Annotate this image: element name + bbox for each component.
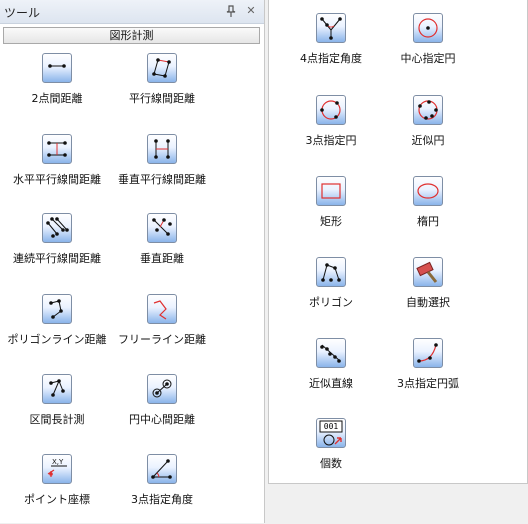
- tool-circle-center-distance[interactable]: 円中心間距離: [97, 374, 227, 444]
- point-coordinate-icon: X,Y: [42, 454, 72, 484]
- close-icon[interactable]: ✕: [244, 4, 258, 18]
- two-point-distance-icon: [42, 53, 72, 83]
- rectangle-icon: [316, 176, 346, 206]
- polygon-icon: [316, 257, 346, 287]
- continuous-parallel-distance-icon: [42, 213, 72, 243]
- three-point-circle-icon: [316, 95, 346, 125]
- circle-center-distance-icon: [147, 374, 177, 404]
- segment-length-icon: [42, 374, 72, 404]
- auto-select-icon: [413, 257, 443, 287]
- tool-parallel-lines-distance[interactable]: 平行線間距離: [97, 53, 227, 123]
- polygon-line-distance-icon: [42, 294, 72, 324]
- four-point-angle-icon: [316, 13, 346, 43]
- three-point-arc-icon: [413, 338, 443, 368]
- tool-label: 近似円: [411, 134, 445, 147]
- panel-title: ツール: [4, 6, 41, 20]
- count-icon: 001: [316, 418, 346, 448]
- tool-approx-circle[interactable]: 近似円: [363, 95, 493, 165]
- tool-three-point-angle[interactable]: 3点指定角度: [97, 454, 227, 524]
- tool-label: 自動選択: [406, 296, 450, 309]
- parallel-lines-distance-icon: [147, 53, 177, 83]
- tool-count[interactable]: 001 個数: [266, 418, 396, 488]
- horizontal-parallel-distance-icon: [42, 134, 72, 164]
- tool-free-line-distance[interactable]: フリーライン距離: [97, 294, 227, 364]
- tool-center-circle[interactable]: 中心指定円: [363, 13, 493, 83]
- tool-ellipse[interactable]: 楕円: [363, 176, 493, 246]
- tool-vertical-parallel-distance[interactable]: 垂直平行線間距離: [97, 134, 227, 204]
- tool-label: 中心指定円: [400, 52, 456, 65]
- tool-label: 平行線間距離: [129, 92, 195, 105]
- tool-label: 3点指定円弧: [397, 377, 459, 390]
- tool-label: 円中心間距離: [129, 413, 195, 426]
- perpendicular-distance-icon: [147, 213, 177, 243]
- tool-panel-right: 4点指定角度 中心指定円 3点指定円 近似円 矩形 楕円 ポリゴン 自動選択 近似直線 3点指定円…: [268, 0, 528, 484]
- ellipse-icon: [413, 176, 443, 206]
- tool-auto-select[interactable]: 自動選択: [363, 257, 493, 327]
- free-line-distance-icon: [147, 294, 177, 324]
- tool-panel: ツール ✕ 図形計測 2点間距離 平行線間距離 水平平行線間距離 垂直平行線間距離 連続…: [0, 0, 265, 523]
- count-badge: 001: [323, 422, 339, 431]
- tool-label: 垂直距離: [140, 252, 184, 265]
- section-header-shape-measure[interactable]: 図形計測: [3, 27, 260, 44]
- tool-three-point-arc[interactable]: 3点指定円弧: [363, 338, 493, 408]
- panel-titlebar[interactable]: ツール ✕: [0, 0, 264, 24]
- approx-circle-icon: [413, 95, 443, 125]
- tool-label: 楕円: [417, 215, 439, 228]
- tool-label: 3点指定角度: [131, 493, 193, 506]
- tool-label: フリーライン距離: [118, 333, 206, 346]
- vertical-parallel-distance-icon: [147, 134, 177, 164]
- tool-perpendicular-distance[interactable]: 垂直距離: [97, 213, 227, 283]
- tool-label: 個数: [320, 457, 342, 470]
- svg-text:X,Y: X,Y: [52, 458, 64, 466]
- approx-line-icon: [316, 338, 346, 368]
- pin-icon[interactable]: [224, 4, 238, 18]
- tool-label: 垂直平行線間距離: [118, 173, 206, 186]
- three-point-angle-icon: [147, 454, 177, 484]
- center-circle-icon: [413, 13, 443, 43]
